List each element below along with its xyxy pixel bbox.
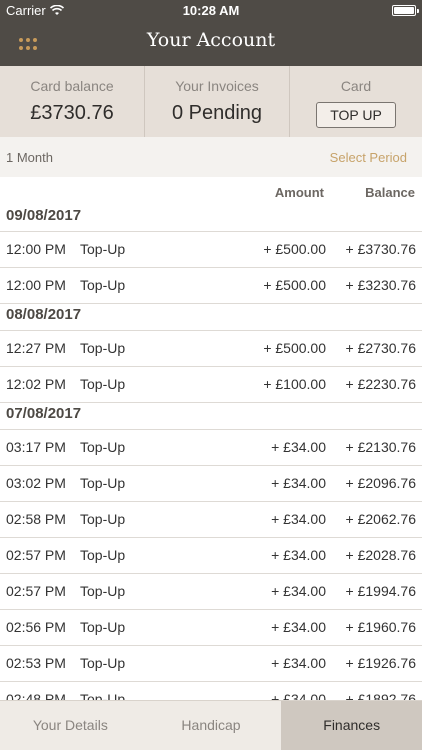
transaction-row[interactable]: 02:56 PM Top-Up + £34.00 + £1960.76 <box>0 610 422 646</box>
status-bar: Carrier 10:28 AM <box>0 0 422 22</box>
invoices-value: 0 Pending <box>171 102 263 124</box>
transaction-balance: + £2028.76 <box>345 547 416 563</box>
transaction-balance: + £2096.76 <box>345 475 416 491</box>
transaction-balance: + £3730.76 <box>345 241 416 257</box>
transaction-balance: + £1892.76 <box>345 691 416 700</box>
transaction-time: 02:57 PM <box>6 547 66 563</box>
transaction-amount: + £500.00 <box>263 277 326 293</box>
transaction-row[interactable]: 12:27 PM Top-Up + £500.00 + £2730.76 <box>0 331 422 367</box>
invoices-panel[interactable]: Your Invoices 0 Pending <box>144 66 289 137</box>
top-up-button[interactable]: TOP UP <box>316 102 396 128</box>
card-label: Card <box>340 78 372 94</box>
nav-bar: Your Account <box>0 22 422 66</box>
transaction-time: 12:02 PM <box>6 376 66 392</box>
transaction-amount: + £34.00 <box>271 583 326 599</box>
invoices-label: Your Invoices <box>175 78 259 94</box>
amount-column-header: Amount <box>274 185 324 200</box>
card-balance-panel: Card balance £3730.76 <box>0 66 144 137</box>
transaction-row[interactable]: 03:17 PM Top-Up + £34.00 + £2130.76 <box>0 430 422 466</box>
transaction-amount: + £100.00 <box>263 376 326 392</box>
transaction-amount: + £500.00 <box>263 340 326 356</box>
tab-your-details[interactable]: Your Details <box>0 701 141 750</box>
transaction-amount: + £500.00 <box>263 241 326 257</box>
transaction-type: Top-Up <box>80 241 126 257</box>
transaction-amount: + £34.00 <box>271 619 326 635</box>
battery-icon <box>392 5 419 16</box>
select-period-link[interactable]: Select Period <box>330 150 407 165</box>
transaction-time: 03:17 PM <box>6 439 66 455</box>
transaction-type: Top-Up <box>80 655 126 671</box>
transaction-amount: + £34.00 <box>271 547 326 563</box>
transaction-time: 02:48 PM <box>6 691 66 700</box>
transaction-type: Top-Up <box>80 340 126 356</box>
battery-level <box>394 7 414 14</box>
transaction-amount: + £34.00 <box>271 691 326 700</box>
transaction-row[interactable]: 12:00 PM Top-Up + £500.00 + £3730.76 <box>0 232 422 268</box>
balance-column-header: Balance <box>365 185 415 200</box>
transaction-amount: + £34.00 <box>271 655 326 671</box>
transaction-amount: + £34.00 <box>271 475 326 491</box>
transaction-row[interactable]: 02:53 PM Top-Up + £34.00 + £1926.76 <box>0 646 422 682</box>
transaction-type: Top-Up <box>80 376 126 392</box>
period-filter-bar: 1 Month Select Period <box>0 137 422 177</box>
date-group-header: 07/08/2017 <box>0 403 422 430</box>
transaction-type: Top-Up <box>80 619 126 635</box>
transaction-balance: + £2230.76 <box>345 376 416 392</box>
transaction-type: Top-Up <box>80 691 126 700</box>
transaction-row[interactable]: 03:02 PM Top-Up + £34.00 + £2096.76 <box>0 466 422 502</box>
period-label: 1 Month <box>6 150 53 165</box>
tab-finances[interactable]: Finances <box>281 701 422 750</box>
date-group-header: 08/08/2017 <box>0 304 422 331</box>
transaction-row[interactable]: 02:48 PM Top-Up + £34.00 + £1892.76 <box>0 682 422 700</box>
account-summary: Card balance £3730.76 Your Invoices 0 Pe… <box>0 66 422 137</box>
transaction-type: Top-Up <box>80 511 126 527</box>
transaction-list[interactable]: 09/08/2017 12:00 PM Top-Up + £500.00 + £3730… <box>0 205 422 700</box>
transaction-time: 12:00 PM <box>6 241 66 257</box>
transaction-type: Top-Up <box>80 277 126 293</box>
transaction-time: 02:58 PM <box>6 511 66 527</box>
transaction-type: Top-Up <box>80 439 126 455</box>
transaction-time: 02:53 PM <box>6 655 66 671</box>
transaction-row[interactable]: 02:57 PM Top-Up + £34.00 + £1994.76 <box>0 574 422 610</box>
transaction-balance: + £1926.76 <box>345 655 416 671</box>
transaction-time: 03:02 PM <box>6 475 66 491</box>
transaction-balance: + £1960.76 <box>345 619 416 635</box>
page-title: Your Account <box>146 29 276 51</box>
transaction-time: 02:56 PM <box>6 619 66 635</box>
column-headers: Amount Balance <box>0 177 422 205</box>
transaction-row[interactable]: 02:57 PM Top-Up + £34.00 + £2028.76 <box>0 538 422 574</box>
transaction-time: 12:00 PM <box>6 277 66 293</box>
transaction-type: Top-Up <box>80 475 126 491</box>
card-panel: Card TOP UP <box>289 66 422 137</box>
app-header: Carrier 10:28 AM Your Account <box>0 0 422 66</box>
card-balance-value: £3730.76 <box>30 102 114 124</box>
transaction-time: 02:57 PM <box>6 583 66 599</box>
transaction-row[interactable]: 12:00 PM Top-Up + £500.00 + £3230.76 <box>0 268 422 304</box>
transaction-amount: + £34.00 <box>271 511 326 527</box>
tab-handicap[interactable]: Handicap <box>141 701 282 750</box>
transaction-balance: + £3230.76 <box>345 277 416 293</box>
transaction-balance: + £2730.76 <box>345 340 416 356</box>
transaction-type: Top-Up <box>80 547 126 563</box>
transaction-row[interactable]: 02:58 PM Top-Up + £34.00 + £2062.76 <box>0 502 422 538</box>
tab-bar: Your Details Handicap Finances <box>0 700 422 750</box>
date-group-header: 09/08/2017 <box>0 205 422 232</box>
status-time: 10:28 AM <box>182 3 240 18</box>
transaction-balance: + £2062.76 <box>345 511 416 527</box>
transaction-balance: + £2130.76 <box>345 439 416 455</box>
transaction-row[interactable]: 12:02 PM Top-Up + £100.00 + £2230.76 <box>0 367 422 403</box>
transaction-amount: + £34.00 <box>271 439 326 455</box>
transaction-balance: + £1994.76 <box>345 583 416 599</box>
transaction-time: 12:27 PM <box>6 340 66 356</box>
card-balance-label: Card balance <box>30 78 114 94</box>
transaction-type: Top-Up <box>80 583 126 599</box>
